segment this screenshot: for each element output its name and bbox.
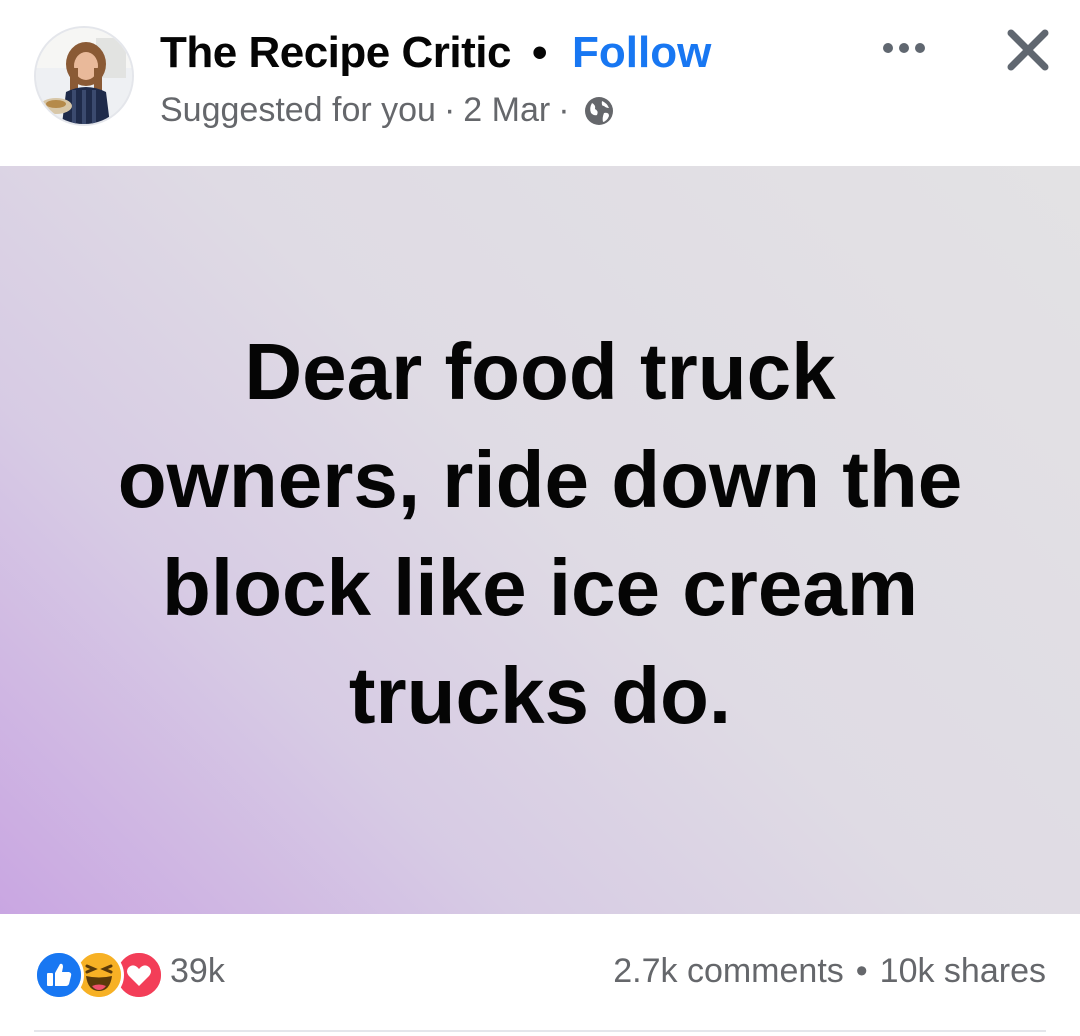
hide-post-button[interactable] bbox=[996, 20, 1060, 80]
avatar-photo bbox=[36, 28, 132, 124]
feed-post: The Recipe Critic • Follow Suggested for… bbox=[0, 0, 1080, 1036]
post-message: Dear food truck owners, ride down the bl… bbox=[117, 327, 963, 740]
more-options-button[interactable] bbox=[876, 28, 932, 68]
page-name[interactable]: The Recipe Critic bbox=[160, 28, 511, 78]
post-date[interactable]: 2 Mar bbox=[463, 91, 550, 130]
globe-icon[interactable] bbox=[582, 94, 616, 128]
post-meta: Suggested for you · 2 Mar · bbox=[160, 91, 616, 130]
divider bbox=[34, 1030, 1046, 1032]
meta-separator: · bbox=[558, 91, 570, 129]
shares-count[interactable]: 10k shares bbox=[880, 952, 1046, 991]
post-header: The Recipe Critic • Follow Suggested for… bbox=[0, 0, 1080, 166]
follow-button[interactable]: Follow bbox=[572, 28, 711, 78]
close-icon bbox=[1007, 29, 1049, 71]
suggested-label: Suggested for you bbox=[160, 91, 436, 129]
meta-separator: · bbox=[443, 91, 456, 129]
reaction-icons[interactable] bbox=[34, 950, 164, 1000]
more-options-icon bbox=[883, 43, 925, 53]
name-separator: • bbox=[532, 28, 548, 77]
engagement-summary: 2.7k comments • 10k shares bbox=[613, 952, 1046, 991]
like-icon bbox=[34, 950, 84, 1000]
post-text-card[interactable]: Dear food truck owners, ride down the bl… bbox=[0, 166, 1080, 914]
engagement-separator: • bbox=[855, 952, 868, 990]
comments-count[interactable]: 2.7k comments bbox=[613, 952, 844, 991]
reaction-count[interactable]: 39k bbox=[170, 952, 225, 991]
reactions-bar: 39k 2.7k comments • 10k shares bbox=[0, 914, 1080, 1032]
page-avatar[interactable] bbox=[34, 26, 134, 126]
